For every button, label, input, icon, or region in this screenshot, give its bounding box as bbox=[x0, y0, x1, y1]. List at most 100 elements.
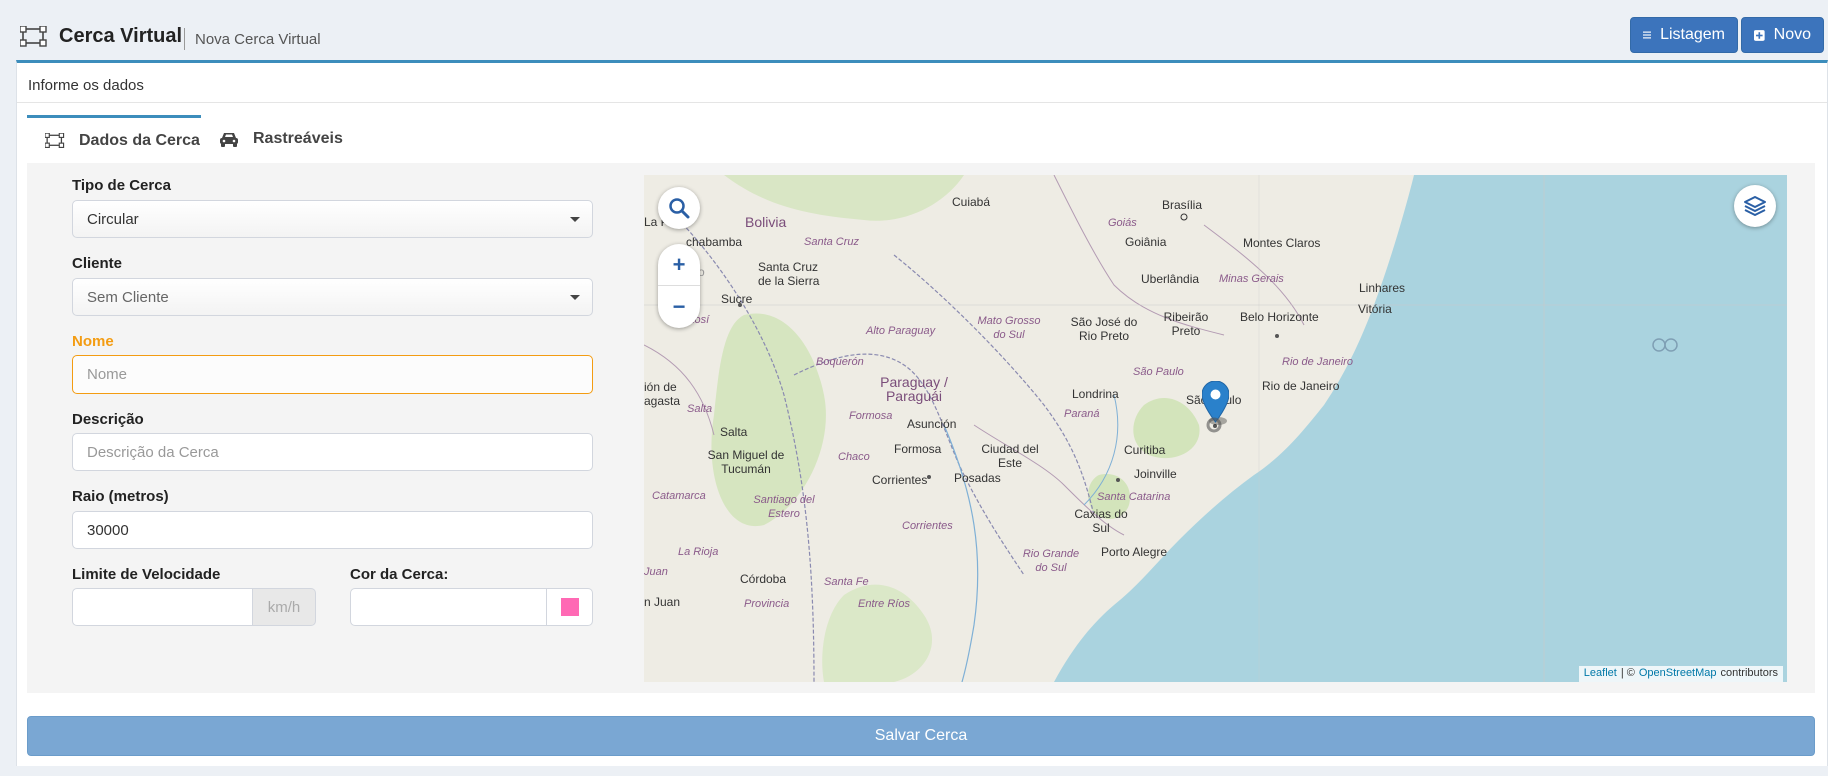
attribution-contributors: contributors bbox=[1720, 667, 1778, 679]
zoom-out-button[interactable]: − bbox=[658, 286, 700, 328]
map-label-salta-region: Salta bbox=[687, 403, 713, 415]
chevron-down-icon bbox=[570, 217, 580, 222]
velocidade-input[interactable] bbox=[72, 588, 253, 626]
map-label-montes-claros: Montes Claros bbox=[1243, 236, 1321, 250]
leaflet-link[interactable]: Leaflet bbox=[1584, 667, 1617, 681]
map-label-minas-gerais: Minas Gerais bbox=[1219, 273, 1284, 285]
novo-button[interactable]: Novo bbox=[1741, 17, 1824, 53]
map-label-rio-region: Rio de Janeiro bbox=[1282, 356, 1353, 368]
tipo-cerca-value: Circular bbox=[87, 210, 139, 228]
zoom-in-button[interactable]: + bbox=[658, 244, 700, 286]
attribution-sep: | © bbox=[1620, 667, 1635, 679]
descricao-input[interactable]: Descrição da Cerca bbox=[72, 433, 593, 471]
plus-square-icon bbox=[1754, 29, 1765, 41]
map-label-chaco: Chaco bbox=[838, 451, 870, 463]
map-label-goiania: Goiânia bbox=[1125, 235, 1167, 249]
map-label-corrientes-region: Corrientes bbox=[902, 520, 953, 532]
map-label-santa-fe: Santa Fe bbox=[824, 576, 869, 588]
map-label-juan: Juan bbox=[644, 566, 668, 578]
listagem-button[interactable]: Listagem bbox=[1630, 17, 1738, 53]
car-icon bbox=[220, 132, 238, 147]
map-label-curitiba: Curitiba bbox=[1124, 443, 1166, 457]
map-label-mato-grosso: Mato Grosso do Sul bbox=[977, 315, 1041, 341]
listagem-label: Listagem bbox=[1660, 26, 1725, 43]
box-title: Informe os dados bbox=[28, 77, 144, 94]
cliente-value: Sem Cliente bbox=[87, 288, 169, 306]
list-icon bbox=[1643, 31, 1652, 39]
map-label-uberlandia: Uberlândia bbox=[1141, 272, 1200, 286]
map-label-brasilia: Brasília bbox=[1162, 198, 1203, 212]
page-subtitle: Nova Cerca Virtual bbox=[195, 31, 321, 48]
map-label-vitoria: Vitória bbox=[1358, 302, 1392, 316]
map-label-corrientes: Corrientes bbox=[872, 473, 928, 487]
map-label-cuiaba: Cuiabá bbox=[952, 195, 991, 209]
raio-value: 30000 bbox=[87, 521, 129, 539]
kmh-addon: km/h bbox=[253, 588, 316, 626]
marker-shadow-icon bbox=[1206, 417, 1222, 433]
nome-label: Nome bbox=[72, 333, 114, 350]
map-label-sucre: Sucre bbox=[721, 292, 753, 306]
map-label-sao-paulo-region: São Paulo bbox=[1133, 366, 1184, 378]
map-layers-button[interactable] bbox=[1734, 185, 1776, 227]
map-label-santa-catarina: Santa Catarina bbox=[1097, 491, 1171, 503]
page-title: Cerca Virtual bbox=[59, 25, 183, 47]
tipo-cerca-select[interactable]: Circular bbox=[72, 200, 593, 238]
map-label-santa-cruz-region: Santa Cruz bbox=[804, 236, 860, 248]
tab-label: Rastreáveis bbox=[253, 130, 343, 147]
map-label-formosa-region: Formosa bbox=[849, 410, 893, 422]
cliente-label: Cliente bbox=[72, 255, 123, 272]
box-header: Informe os dados bbox=[17, 63, 1827, 103]
map-label-salta: Salta bbox=[720, 425, 748, 439]
geofence-icon bbox=[20, 26, 47, 47]
map-label-rio-grande: Rio Grande do Sul bbox=[1022, 548, 1080, 574]
map-label-parana: Paraná bbox=[1064, 408, 1100, 420]
map-attribution: Leaflet | © OpenStreetMap contributors bbox=[1578, 666, 1783, 682]
map-label-rio: Rio de Janeiro bbox=[1262, 379, 1340, 393]
raio-input[interactable]: 30000 bbox=[72, 511, 593, 549]
tab-dados-da-cerca[interactable]: Dados da Cerca bbox=[27, 115, 201, 163]
tab-bar: Dados da Cerca Rastreáveis bbox=[27, 115, 1815, 163]
map-label-belo-horizonte: Belo Horizonte bbox=[1240, 310, 1319, 324]
map-label-catamarca: Catamarca bbox=[652, 490, 706, 502]
map-label-boqueron: Boquerón bbox=[816, 356, 864, 368]
map-label-ciudad-este: Ciudad del Este bbox=[981, 442, 1039, 470]
nome-placeholder: Nome bbox=[87, 366, 128, 383]
chevron-down-icon bbox=[570, 295, 580, 300]
page-header: Cerca Virtual Nova Cerca Virtual Listage… bbox=[0, 0, 1828, 58]
salvar-cerca-button[interactable]: Salvar Cerca bbox=[27, 716, 1815, 756]
color-swatch bbox=[560, 598, 579, 616]
map-label-joinville: Joinville bbox=[1134, 467, 1177, 481]
layers-icon bbox=[1744, 196, 1766, 216]
descricao-placeholder: Descrição da Cerca bbox=[87, 443, 219, 461]
map-label-santa-cruz: Santa Cruz de la Sierra bbox=[758, 260, 820, 288]
map-label-santiago: Santiago del Estero bbox=[753, 494, 815, 520]
map-label-cordoba: Córdoba bbox=[740, 572, 787, 586]
color-picker-button[interactable] bbox=[546, 588, 593, 626]
loop-symbol-icon bbox=[1652, 338, 1678, 352]
map-label-caxias: Caxias do Sul bbox=[1074, 507, 1128, 535]
map-zoom-control: + − bbox=[658, 244, 700, 328]
nome-input[interactable]: Nome bbox=[72, 355, 593, 394]
map-label-uion-agasta: ión de agasta bbox=[644, 380, 681, 408]
map-label-posadas: Posadas bbox=[954, 471, 1001, 485]
map-label-bolivia: Bolivia bbox=[745, 214, 787, 230]
map-label-formosa: Formosa bbox=[894, 442, 942, 456]
osm-link[interactable]: OpenStreetMap bbox=[1639, 667, 1717, 681]
title-separator bbox=[184, 28, 185, 50]
cor-label: Cor da Cerca: bbox=[350, 566, 449, 583]
map-label-londrina: Londrina bbox=[1072, 387, 1119, 401]
map-label-linhares: Linhares bbox=[1359, 281, 1406, 295]
tab-rastreaveis[interactable]: Rastreáveis bbox=[201, 115, 351, 163]
map-label-asuncion: Asunción bbox=[907, 417, 957, 431]
cor-input[interactable] bbox=[350, 588, 547, 626]
cliente-select[interactable]: Sem Cliente bbox=[72, 278, 593, 316]
map-search-button[interactable] bbox=[658, 187, 700, 229]
map-label-provincia: Provincia bbox=[744, 598, 790, 610]
map-label-ribeirao: Ribeirão Preto bbox=[1163, 310, 1209, 338]
map-label-entre-rios: Entre Ríos bbox=[858, 598, 910, 610]
geofence-icon bbox=[45, 132, 65, 148]
map-label-alto-paraguay: Alto Paraguay bbox=[866, 325, 936, 337]
map[interactable]: Bolivia Cuiabá Brasília Goiás Goiânia Mo… bbox=[644, 175, 1787, 682]
map-label-san-miguel: San Miguel de Tucumán bbox=[707, 448, 785, 476]
map-label-n-juan: n Juan bbox=[644, 595, 681, 609]
